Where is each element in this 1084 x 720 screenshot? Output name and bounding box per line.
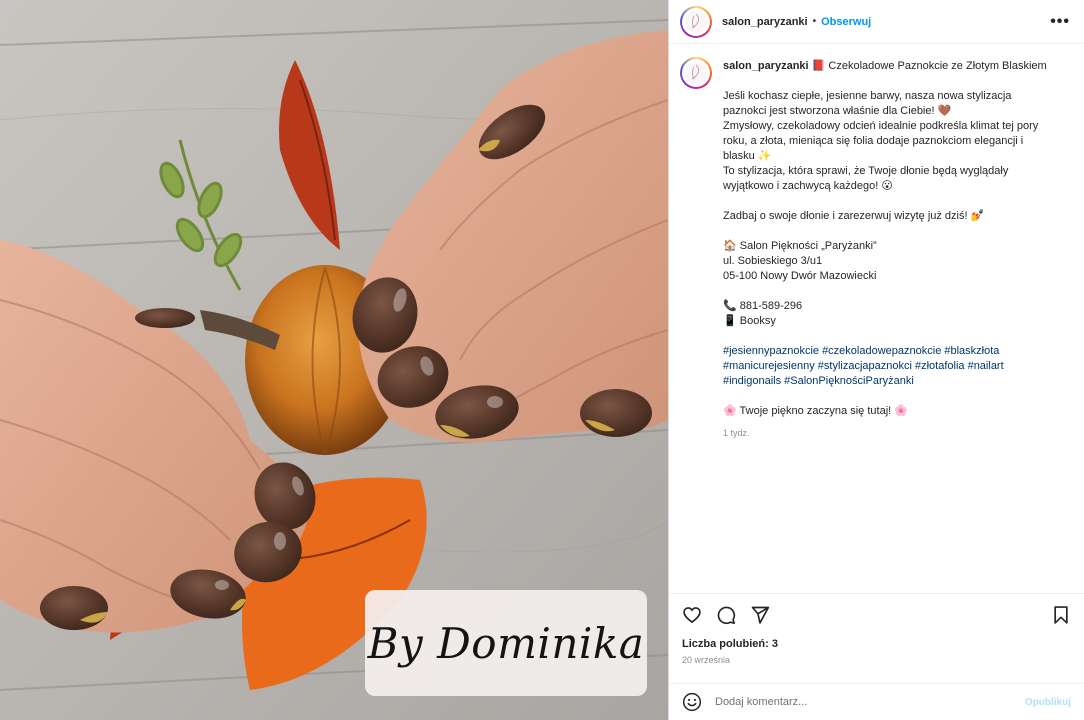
salon-logo-icon xyxy=(685,62,707,84)
salon-logo-icon xyxy=(685,10,707,33)
salon-address: 🏠 Salon Piękności „Paryżanki” ul. Sobies… xyxy=(723,239,1053,284)
comment-input[interactable] xyxy=(715,696,1025,708)
hashtag-line[interactable]: #jesiennypaznokcie #czekoladowepaznokcie… xyxy=(723,344,1053,359)
comment-icon[interactable] xyxy=(716,605,736,625)
caption-timestamp[interactable]: 1 tydz. xyxy=(723,426,1053,441)
publish-button[interactable]: Opublikuj xyxy=(1025,697,1071,708)
address-line: 05-100 Nowy Dwór Mazowiecki xyxy=(723,270,877,282)
avatar[interactable] xyxy=(680,5,712,38)
follow-button[interactable]: Obserwuj xyxy=(821,16,871,28)
more-options-icon[interactable]: ••• xyxy=(1050,13,1070,31)
post-date[interactable]: 20 września xyxy=(682,655,1071,665)
caption-closing: 🌸 Twoje piękno zaczyna się tutaj! 🌸 xyxy=(723,405,908,417)
caption-paragraph: Jeśli kochasz ciepłe, jesienne barwy, na… xyxy=(723,89,1053,194)
caption-line: Jeśli kochasz ciepłe, jesienne barwy, na… xyxy=(723,90,1012,102)
heart-icon[interactable] xyxy=(682,605,702,625)
phone-number: 📞 881-589-296 xyxy=(723,300,803,312)
caption-avatar[interactable] xyxy=(680,57,712,89)
caption-line: paznokci jest stworzona właśnie dla Cieb… xyxy=(723,105,952,117)
hashtag-line[interactable]: #manicurejesienny #stylizacjapaznokci #z… xyxy=(723,359,1053,374)
caption-area: salon_paryzanki 📕 Czekoladowe Paznokcie … xyxy=(669,45,1084,593)
caption-username[interactable]: salon_paryzanki xyxy=(723,60,809,72)
address-line: 🏠 Salon Piękności „Paryżanki” xyxy=(723,240,877,252)
caption-line: Zmysłowy, czekoladowy odcień idealnie po… xyxy=(723,120,1039,132)
caption-text: salon_paryzanki 📕 Czekoladowe Paznokcie … xyxy=(723,57,1053,441)
post-actions: Liczba polubień: 3 20 września xyxy=(669,593,1084,683)
comment-bar: Opublikuj xyxy=(669,683,1084,720)
header-username[interactable]: salon_paryzanki xyxy=(722,16,808,28)
caption-line: To stylizacja, która sprawi, że Twoje dł… xyxy=(723,165,1009,177)
post-header: salon_paryzanki • Obserwuj ••• xyxy=(669,0,1084,44)
bookmark-icon[interactable] xyxy=(1051,605,1071,625)
caption-cta: Zadbaj o swoje dłonie i zarezerwuj wizyt… xyxy=(723,210,985,222)
post-photo[interactable]: By Dominika xyxy=(0,0,668,720)
hashtag-line[interactable]: #indigonails #SalonPięknościParyżanki xyxy=(723,374,1053,389)
address-line: ul. Sobieskiego 3/u1 xyxy=(723,255,823,267)
post-side-panel: salon_paryzanki • Obserwuj ••• salon_par… xyxy=(668,0,1084,720)
photo-signature-box: By Dominika xyxy=(365,590,647,696)
photo-signature: By Dominika xyxy=(367,618,645,668)
likes-count[interactable]: Liczba polubień: 3 xyxy=(682,638,1071,650)
caption-title: 📕 Czekoladowe Paznokcie ze Złotym Blaski… xyxy=(811,60,1047,72)
caption-line: roku, a złota, mieniąca się folia dodaje… xyxy=(723,135,1024,147)
booking-info: 📱 Booksy xyxy=(723,315,776,327)
caption-line: blasku ✨ xyxy=(723,150,772,162)
share-icon[interactable] xyxy=(750,605,770,625)
hashtags: #jesiennypaznokcie #czekoladowepaznokcie… xyxy=(723,344,1053,389)
smiley-icon[interactable] xyxy=(682,692,702,712)
caption-line: wyjątkowo i zachwycą każdego! 😮 xyxy=(723,180,893,192)
separator-dot: • xyxy=(812,16,817,27)
contact-info: 📞 881-589-296 📱 Booksy xyxy=(723,299,1053,329)
